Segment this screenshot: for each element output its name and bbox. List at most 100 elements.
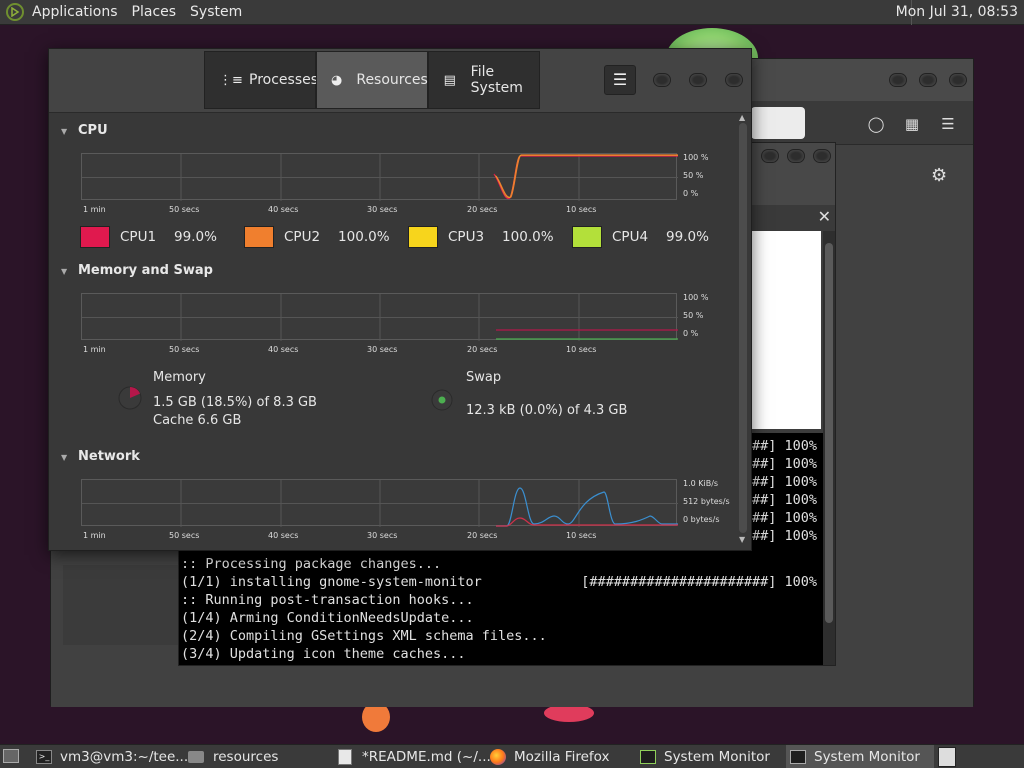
minimize-button[interactable] bbox=[653, 73, 671, 87]
system-menu[interactable]: System bbox=[190, 4, 242, 20]
pocket-icon[interactable]: ◯ bbox=[867, 115, 885, 133]
close-button[interactable] bbox=[813, 149, 831, 163]
scroll-down-icon[interactable]: ▼ bbox=[739, 535, 745, 544]
cpu3-legend: CPU3 100.0% bbox=[408, 226, 554, 248]
clock[interactable]: Mon Jul 31, 08:53 bbox=[896, 4, 1018, 20]
cpu1-color-swatch[interactable] bbox=[80, 226, 110, 248]
hamburger-menu-button[interactable]: ☰ bbox=[604, 65, 636, 95]
taskbar-item-firefox[interactable]: Mozilla Firefox bbox=[490, 745, 610, 768]
memory-pie-icon[interactable] bbox=[117, 385, 143, 411]
cpu2-color-swatch[interactable] bbox=[244, 226, 274, 248]
swap-usage: 12.3 kB (0.0%) of 4.3 GB bbox=[466, 403, 628, 418]
network-section-title[interactable]: Network bbox=[78, 449, 140, 464]
swap-pie-icon[interactable] bbox=[429, 387, 455, 413]
gear-icon[interactable]: ⚙ bbox=[931, 165, 947, 186]
maximize-button[interactable] bbox=[689, 73, 707, 87]
applications-menu[interactable]: Applications bbox=[32, 4, 118, 20]
x-tick: 40 secs bbox=[268, 531, 299, 540]
tab-label: Resources bbox=[356, 72, 428, 88]
y-tick: 50 % bbox=[683, 171, 704, 180]
minimize-button[interactable] bbox=[889, 73, 907, 87]
cpu1-label: CPU1 bbox=[120, 229, 157, 245]
close-button[interactable] bbox=[949, 73, 967, 87]
x-tick: 40 secs bbox=[268, 345, 299, 354]
distro-logo-icon[interactable] bbox=[6, 3, 24, 21]
x-tick: 1 min bbox=[83, 345, 106, 354]
extensions-icon[interactable]: ▦ bbox=[903, 115, 921, 133]
x-tick: 50 secs bbox=[169, 205, 200, 214]
taskbar-item-text-editor[interactable]: *README.md (~/... bbox=[338, 745, 491, 768]
cpu-section-title[interactable]: CPU bbox=[78, 123, 108, 138]
maximize-button[interactable] bbox=[787, 149, 805, 163]
collapse-arrow-icon[interactable]: ▼ bbox=[61, 453, 67, 462]
show-desktop-icon[interactable] bbox=[3, 749, 19, 763]
collapse-arrow-icon[interactable]: ▼ bbox=[61, 267, 67, 276]
taskbar-item-label: System Monitor bbox=[664, 749, 770, 765]
tab-processes[interactable]: ⋮≡ Processes bbox=[204, 51, 319, 109]
y-tick: 0 % bbox=[683, 189, 699, 198]
x-tick: 10 secs bbox=[566, 531, 597, 540]
tab-resources[interactable]: ◕ Resources bbox=[316, 51, 428, 109]
cpu2-legend: CPU2 100.0% bbox=[244, 226, 390, 248]
network-history-graph bbox=[81, 479, 678, 527]
taskbar-item-label: vm3@vm3:~/tee... bbox=[60, 749, 189, 765]
cpu-graph-svg bbox=[82, 154, 678, 201]
y-tick: 50 % bbox=[683, 311, 704, 320]
close-button[interactable] bbox=[725, 73, 743, 87]
terminal-line: ###] 100% bbox=[743, 438, 817, 454]
taskbar-item-files[interactable]: resources bbox=[188, 745, 278, 768]
system-monitor-icon bbox=[640, 750, 656, 764]
places-menu[interactable]: Places bbox=[132, 4, 177, 20]
taskbar-item-system-monitor-active[interactable]: System Monitor bbox=[786, 745, 934, 768]
collapse-arrow-icon[interactable]: ▼ bbox=[61, 127, 67, 136]
terminal-scrollbar[interactable] bbox=[823, 231, 835, 665]
tab-label: Processes bbox=[249, 72, 319, 88]
cpu2-label: CPU2 bbox=[284, 229, 321, 245]
taskbar: >_ vm3@vm3:~/tee... resources *README.md… bbox=[0, 744, 1024, 768]
x-tick: 1 min bbox=[83, 531, 106, 540]
scroll-up-icon[interactable]: ▲ bbox=[739, 113, 745, 122]
memory-section-title[interactable]: Memory and Swap bbox=[78, 263, 213, 278]
system-monitor-icon bbox=[790, 750, 806, 764]
close-icon[interactable]: ✕ bbox=[818, 207, 831, 226]
terminal-line: ###] 100% bbox=[743, 528, 817, 544]
terminal-line: ###] 100% bbox=[743, 474, 817, 490]
scrollbar-thumb[interactable] bbox=[739, 123, 747, 533]
list-icon: ⋮≡ bbox=[219, 72, 243, 88]
minimize-button[interactable] bbox=[761, 149, 779, 163]
y-tick: 0 % bbox=[683, 329, 699, 338]
terminal-icon: >_ bbox=[36, 750, 52, 764]
terminal-line: (1/4) Arming ConditionNeedsUpdate... bbox=[181, 610, 474, 626]
maximize-button[interactable] bbox=[919, 73, 937, 87]
x-tick: 1 min bbox=[83, 205, 106, 214]
terminal-line: :: Processing package changes... bbox=[181, 556, 442, 572]
x-tick: 50 secs bbox=[169, 345, 200, 354]
y-tick: 100 % bbox=[683, 293, 709, 302]
x-tick: 20 secs bbox=[467, 345, 498, 354]
cpu4-legend: CPU4 99.0% bbox=[572, 226, 709, 248]
x-tick: 30 secs bbox=[367, 205, 398, 214]
system-monitor-headerbar[interactable]: ⋮≡ Processes ◕ Resources ▤ File System ☰ bbox=[49, 49, 751, 113]
workspace-switcher[interactable] bbox=[938, 747, 956, 767]
cpu3-color-swatch[interactable] bbox=[408, 226, 438, 248]
network-graph-svg bbox=[82, 480, 678, 527]
gauge-icon: ◕ bbox=[331, 72, 343, 88]
memory-graph-svg bbox=[82, 294, 678, 341]
cpu-history-graph bbox=[81, 153, 678, 201]
taskbar-item-system-monitor[interactable]: System Monitor bbox=[640, 745, 770, 768]
memory-history-graph bbox=[81, 293, 678, 341]
scrollbar-thumb[interactable] bbox=[825, 243, 833, 623]
taskbar-item-label: *README.md (~/... bbox=[362, 749, 491, 765]
resources-scrollbar[interactable]: ▲ ▼ bbox=[737, 113, 749, 547]
system-monitor-window[interactable]: ⋮≡ Processes ◕ Resources ▤ File System ☰… bbox=[48, 48, 752, 551]
cpu4-color-swatch[interactable] bbox=[572, 226, 602, 248]
terminal-line: ###] 100% bbox=[743, 492, 817, 508]
taskbar-item-terminal[interactable]: >_ vm3@vm3:~/tee... bbox=[36, 745, 188, 768]
url-bar[interactable] bbox=[751, 107, 805, 139]
terminal-line: (3/4) Updating icon theme caches... bbox=[181, 646, 466, 662]
resources-panel: ▼ CPU 100 % 50 % 0 % 1 min 50 secs 40 se… bbox=[49, 113, 735, 551]
cpu1-legend: CPU1 99.0% bbox=[80, 226, 217, 248]
menu-icon[interactable]: ☰ bbox=[939, 115, 957, 133]
tab-file-system[interactable]: ▤ File System bbox=[428, 51, 540, 109]
terminal-line: (2/4) Compiling GSettings XML schema fil… bbox=[181, 628, 547, 644]
